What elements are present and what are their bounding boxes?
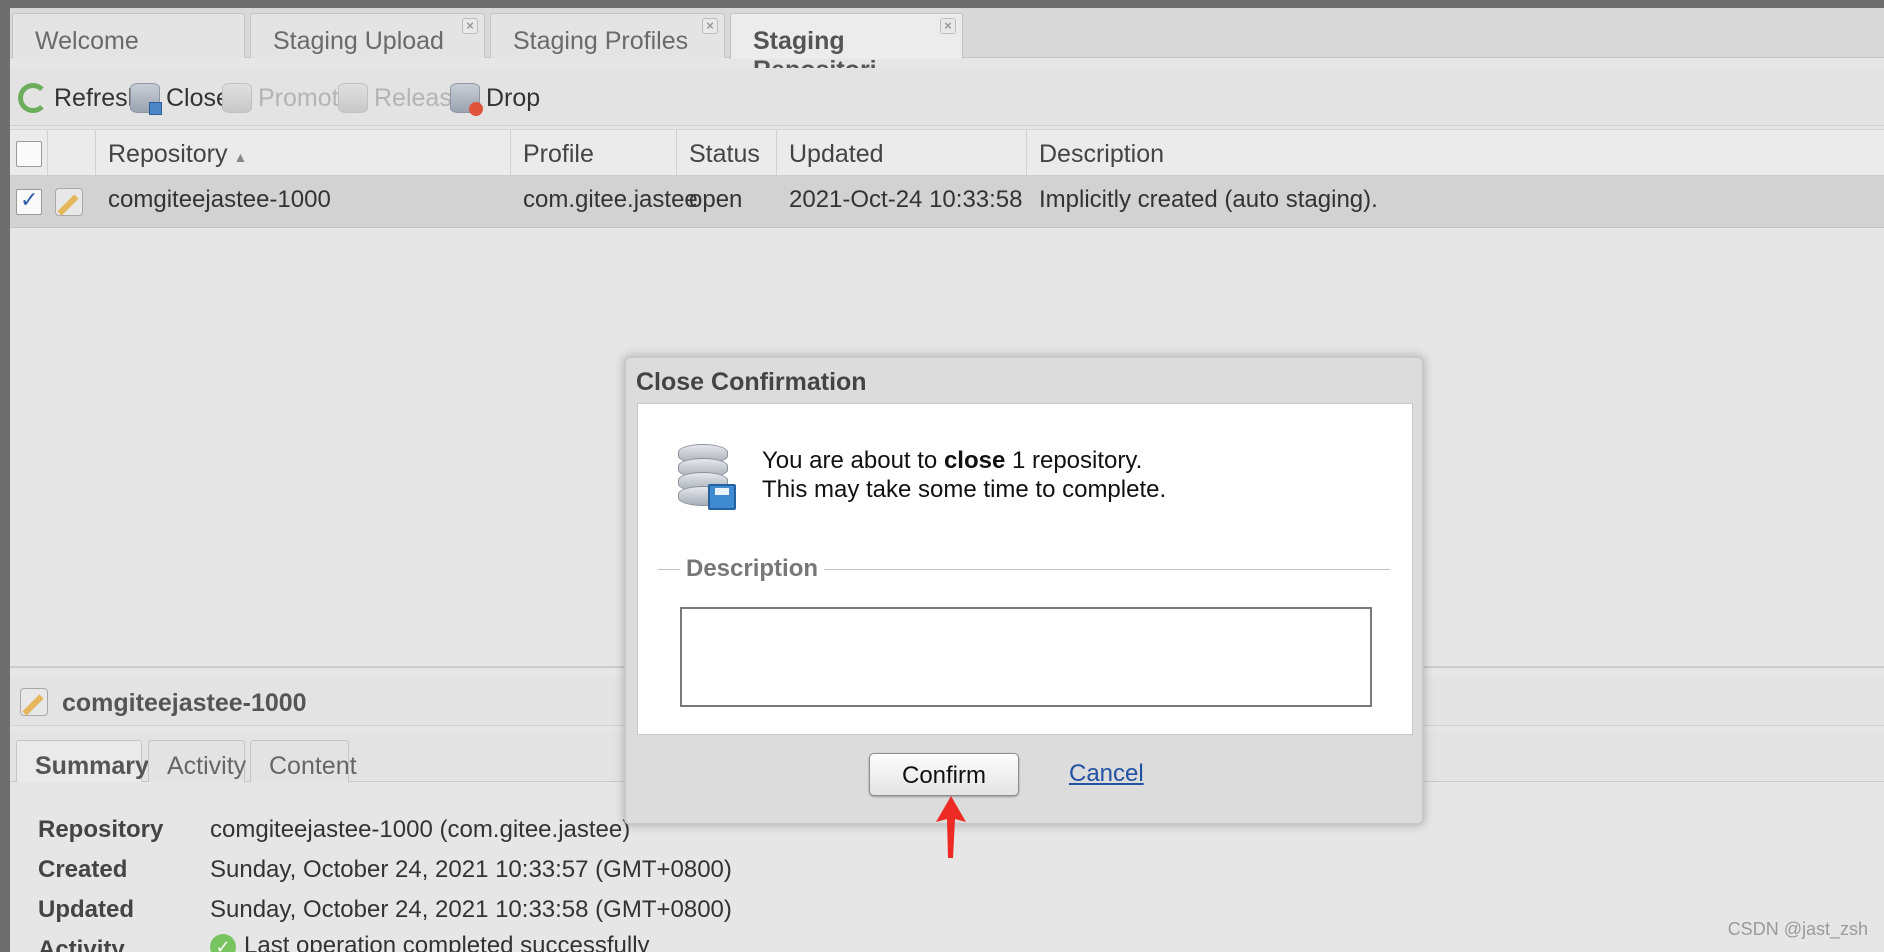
tab-staging-repositories[interactable]: Staging Repositori × [730,13,963,84]
tab-content[interactable]: Content [250,740,357,783]
close-label: Close [166,83,230,112]
field-label-repository: Repository [38,816,164,843]
column-label: Updated [789,140,884,168]
tab-staging-profiles[interactable]: Staging Profiles × [490,13,725,58]
cell-profile: com.gitee.jastee [523,186,698,213]
message-line-2: This may take some time to complete. [762,476,1167,503]
description-fieldset: Description [658,555,1390,709]
confirmation-message: You are about to close 1 repository. Thi… [762,446,1166,504]
activity-text: Last operation completed successfully [244,932,650,952]
database-save-icon [130,83,162,115]
field-label-created: Created [38,856,128,883]
field-value-updated: Sunday, October 24, 2021 10:33:58 (GMT+0… [210,896,732,923]
select-all-checkbox[interactable] [16,141,42,167]
tab-label: Summary [35,752,149,780]
close-icon[interactable]: × [940,18,956,34]
detail-title: comgiteejastee-1000 [62,689,307,717]
select-all-column [10,130,48,175]
tab-label: Activity [167,752,247,780]
column-header-updated[interactable]: Updated [777,130,1027,175]
close-confirmation-dialog: Close Confirmation You are about to clos… [624,356,1424,825]
column-header-repository[interactable]: Repository ▲ [96,130,511,175]
column-header-status[interactable]: Status [677,130,777,175]
tab-label: Welcome [35,27,139,55]
success-check-icon: ✓ [210,933,236,952]
promote-button[interactable]: Promote [222,82,352,114]
table-row[interactable]: comgiteejastee-1000 com.gitee.jastee ope… [10,176,1884,228]
tab-summary[interactable]: Summary [16,740,149,783]
toolbar: Refresh Close Promote Release Drop [10,68,1884,126]
field-value-activity: ✓ Last operation completed successfully [210,932,650,952]
repository-edit-icon [20,688,48,716]
confirm-button[interactable]: Confirm [869,753,1019,796]
tab-strip: Welcome Staging Upload × Staging Profile… [10,8,1884,84]
drop-label: Drop [486,83,541,112]
icon-column [48,130,96,175]
cancel-link[interactable]: Cancel [1069,760,1144,788]
sort-ascending-icon: ▲ [233,149,248,165]
tab-label: Staging Profiles [513,27,689,55]
column-label: Status [689,140,760,168]
field-label-updated: Updated [38,896,134,923]
watermark: CSDN @jast_zsh [1727,919,1868,939]
dialog-body: You are about to close 1 repository. Thi… [637,403,1413,735]
database-drop-icon [450,83,483,116]
tab-welcome[interactable]: Welcome [12,13,245,58]
cell-repository: comgiteejastee-1000 [108,186,331,213]
dialog-title: Close Confirmation [636,368,867,396]
description-legend: Description [682,555,823,583]
close-button[interactable]: Close [130,82,230,115]
field-value-created: Sunday, October 24, 2021 10:33:57 (GMT+0… [210,856,732,883]
column-header-description[interactable]: Description [1027,130,1884,175]
database-save-icon [678,444,736,510]
field-label-activity: Activity [38,936,125,952]
repository-edit-icon [55,188,83,216]
cell-updated: 2021-Oct-24 10:33:58 [789,186,1023,213]
annotation-arrow-icon [936,796,966,858]
tab-label: Staging Upload [273,27,444,55]
message-action: close [943,447,1006,474]
grid-header: Repository ▲ Profile Status Updated Descr… [10,129,1884,176]
refresh-icon [18,83,48,113]
refresh-button[interactable]: Refresh [18,82,142,114]
close-icon[interactable]: × [462,18,478,34]
tab-activity[interactable]: Activity [148,740,247,783]
close-icon[interactable]: × [702,18,718,34]
refresh-label: Refresh [54,83,142,112]
message-prefix: You are about to [762,447,944,474]
column-label: Repository [108,140,228,168]
message-suffix: 1 repository. [1005,447,1143,474]
cell-status: open [689,186,743,213]
database-release-icon [338,83,368,113]
tab-staging-upload[interactable]: Staging Upload × [250,13,485,58]
description-input[interactable] [680,607,1372,707]
row-checkbox[interactable] [16,187,42,215]
tab-label: Content [269,752,357,780]
drop-button[interactable]: Drop [450,82,541,116]
field-value-repository: comgiteejastee-1000 (com.gitee.jastee) [210,816,631,843]
cell-description: Implicitly created (auto staging). [1039,186,1378,213]
database-promote-icon [222,83,252,113]
column-header-profile[interactable]: Profile [511,130,677,175]
column-label: Profile [523,140,594,168]
column-label: Description [1039,140,1165,168]
release-button[interactable]: Release [338,82,466,114]
